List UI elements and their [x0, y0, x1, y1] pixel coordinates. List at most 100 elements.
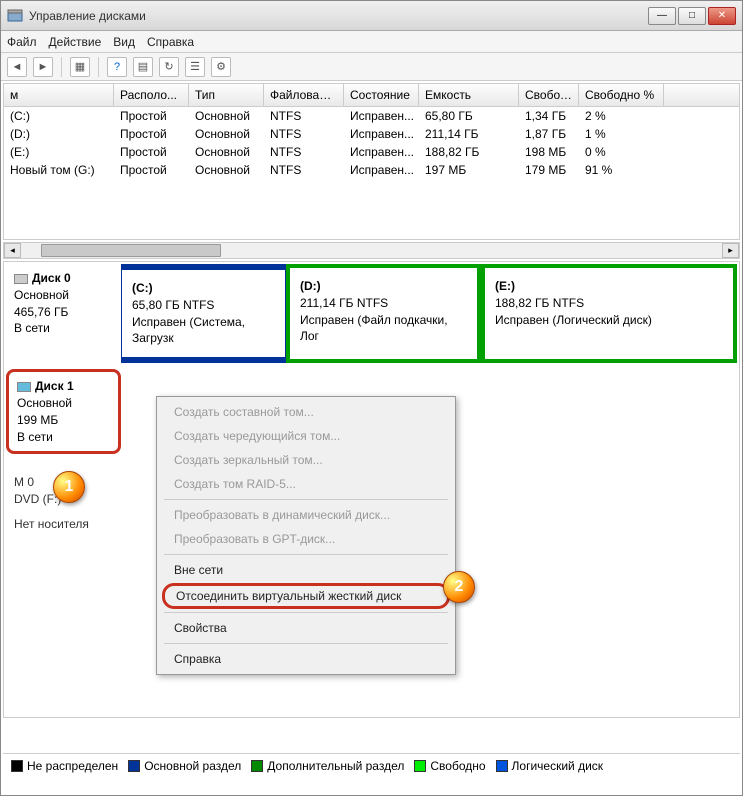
col-status[interactable]: Состояние: [344, 84, 419, 106]
volume-list-header: м Располо... Тип Файловая с... Состояние…: [4, 84, 739, 107]
titlebar: Управление дисками — □ ✕: [1, 1, 742, 31]
horizontal-scrollbar[interactable]: ◂ ▸: [3, 242, 740, 259]
volume-cell: Простой: [114, 107, 189, 125]
toolbar-separator: [98, 57, 99, 77]
partition-size: 188,82 ГБ NTFS: [495, 295, 723, 312]
volume-list: м Располо... Тип Файловая с... Состояние…: [3, 83, 740, 240]
volume-cell: Основной: [189, 107, 264, 125]
partition-c[interactable]: (C:) 65,80 ГБ NTFS Исправен (Система, За…: [121, 264, 286, 363]
volume-row[interactable]: (C:)ПростойОсновнойNTFSИсправен...65,80 …: [4, 107, 739, 125]
minimize-button[interactable]: —: [648, 7, 676, 25]
menu-separator: [164, 612, 448, 613]
window-title: Управление дисками: [29, 9, 648, 23]
volume-cell: Простой: [114, 161, 189, 179]
context-menu: Создать составной том... Создать чередую…: [156, 396, 456, 675]
disk-icon: [17, 382, 31, 392]
col-fs[interactable]: Файловая с...: [264, 84, 344, 106]
menu-separator: [164, 643, 448, 644]
cd0-status: Нет носителя: [14, 516, 113, 533]
menu-spanned-volume: Создать составной том...: [160, 400, 452, 424]
volume-cell: Основной: [189, 143, 264, 161]
volume-cell: 65,80 ГБ: [419, 107, 519, 125]
volume-cell: NTFS: [264, 143, 344, 161]
list-button[interactable]: ▤: [133, 57, 153, 77]
show-tree-button[interactable]: ▦: [70, 57, 90, 77]
menu-file[interactable]: Файл: [7, 35, 37, 49]
scroll-thumb[interactable]: [41, 244, 221, 257]
legend-logical: Логический диск: [496, 759, 604, 773]
volume-cell: 91 %: [579, 161, 664, 179]
disk0-header[interactable]: Диск 0 Основной 465,76 ГБ В сети: [6, 264, 121, 363]
legend-unallocated: Не распределен: [11, 759, 118, 773]
back-button[interactable]: ◄: [7, 57, 27, 77]
volume-cell: 197 МБ: [419, 161, 519, 179]
volume-cell: 198 МБ: [519, 143, 579, 161]
volume-cell: 179 МБ: [519, 161, 579, 179]
volume-cell: (D:): [4, 125, 114, 143]
menu-properties[interactable]: Свойства: [160, 616, 452, 640]
volume-cell: 0 %: [579, 143, 664, 161]
partition-name: (C:): [132, 280, 275, 297]
col-freepct[interactable]: Свободно %: [579, 84, 664, 106]
partition-d[interactable]: (D:) 211,14 ГБ NTFS Исправен (Файл подка…: [286, 264, 481, 363]
disk1-header[interactable]: Диск 1 Основной 199 МБ В сети: [6, 369, 121, 454]
volume-cell: Исправен...: [344, 143, 419, 161]
volume-cell: Исправен...: [344, 107, 419, 125]
volume-cell: Простой: [114, 143, 189, 161]
menu-offline[interactable]: Вне сети: [160, 558, 452, 582]
menu-mirror-volume: Создать зеркальный том...: [160, 448, 452, 472]
menu-action[interactable]: Действие: [49, 35, 102, 49]
partition-status: Исправен (Система, Загрузк: [132, 314, 275, 348]
more-button[interactable]: ⚙: [211, 57, 231, 77]
disk0-name: Диск 0: [32, 271, 71, 285]
disk-row-0: Диск 0 Основной 465,76 ГБ В сети (C:) 65…: [6, 264, 737, 363]
menu-help[interactable]: Справка: [160, 647, 452, 671]
col-capacity[interactable]: Емкость: [419, 84, 519, 106]
settings-button[interactable]: ☰: [185, 57, 205, 77]
help-button[interactable]: ?: [107, 57, 127, 77]
volume-cell: Исправен...: [344, 161, 419, 179]
volume-row[interactable]: Новый том (G:)ПростойОсновнойNTFSИсправе…: [4, 161, 739, 179]
col-type[interactable]: Тип: [189, 84, 264, 106]
volume-row[interactable]: (E:)ПростойОсновнойNTFSИсправен...188,82…: [4, 143, 739, 161]
menu-separator: [164, 554, 448, 555]
toolbar: ◄ ► ▦ ? ▤ ↻ ☰ ⚙: [1, 53, 742, 81]
maximize-button[interactable]: □: [678, 7, 706, 25]
menu-view[interactable]: Вид: [113, 35, 135, 49]
close-button[interactable]: ✕: [708, 7, 736, 25]
volume-cell: NTFS: [264, 161, 344, 179]
menu-help[interactable]: Справка: [147, 35, 194, 49]
volume-rows: (C:)ПростойОсновнойNTFSИсправен...65,80 …: [4, 107, 739, 179]
volume-row[interactable]: (D:)ПростойОсновнойNTFSИсправен...211,14…: [4, 125, 739, 143]
disk0-partitions: (C:) 65,80 ГБ NTFS Исправен (Система, За…: [121, 264, 737, 363]
col-layout[interactable]: Располо...: [114, 84, 189, 106]
menubar: Файл Действие Вид Справка: [1, 31, 742, 53]
volume-cell: 1,87 ГБ: [519, 125, 579, 143]
partition-size: 65,80 ГБ NTFS: [132, 297, 275, 314]
statusbar: [1, 779, 742, 795]
volume-cell: (C:): [4, 107, 114, 125]
partition-e[interactable]: (E:) 188,82 ГБ NTFS Исправен (Логический…: [481, 264, 737, 363]
volume-cell: 2 %: [579, 107, 664, 125]
legend-primary: Основной раздел: [128, 759, 241, 773]
menu-separator: [164, 499, 448, 500]
disk1-name: Диск 1: [35, 379, 74, 393]
scroll-left-icon[interactable]: ◂: [4, 243, 21, 258]
disk1-type: Основной: [17, 395, 110, 412]
volume-cell: 1 %: [579, 125, 664, 143]
volume-cell: 188,82 ГБ: [419, 143, 519, 161]
col-volume[interactable]: м: [4, 84, 114, 106]
callout-2: 2: [443, 571, 475, 603]
volume-cell: 211,14 ГБ: [419, 125, 519, 143]
scroll-right-icon[interactable]: ▸: [722, 243, 739, 258]
refresh-button[interactable]: ↻: [159, 57, 179, 77]
partition-status: Исправен (Логический диск): [495, 312, 723, 329]
volume-cell: 1,34 ГБ: [519, 107, 579, 125]
legend: Не распределен Основной раздел Дополните…: [3, 753, 740, 777]
volume-cell: NTFS: [264, 125, 344, 143]
col-free[interactable]: Свобод...: [519, 84, 579, 106]
forward-button[interactable]: ►: [33, 57, 53, 77]
window-buttons: — □ ✕: [648, 7, 736, 25]
menu-detach-vhd[interactable]: Отсоединить виртуальный жесткий диск: [162, 583, 450, 609]
legend-free: Свободно: [414, 759, 485, 773]
